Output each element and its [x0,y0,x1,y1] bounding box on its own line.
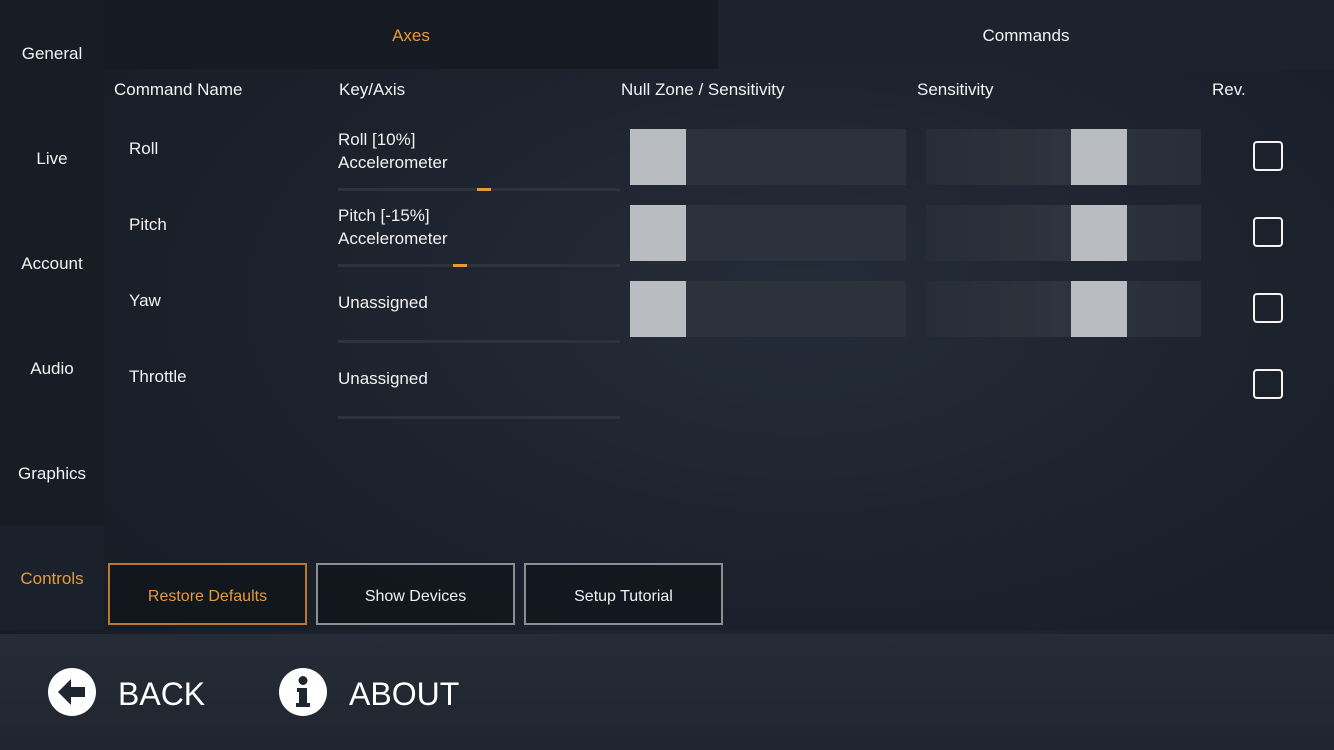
axis-indicator-track [338,340,620,343]
show-devices-button[interactable]: Show Devices [316,563,515,625]
sidebar-item-controls-container: Controls [0,525,104,630]
key-axis-binding[interactable]: Roll [10%] Accelerometer [338,128,620,194]
tab-axes[interactable]: Axes [104,0,718,69]
sidebar-item-account[interactable]: Account [0,254,104,274]
command-name: Yaw [129,291,161,310]
column-header-sensitivity: Sensitivity [917,80,994,99]
command-name: Pitch [129,215,167,234]
column-header-key-axis: Key/Axis [339,80,406,99]
key-axis-device: Accelerometer [338,153,448,172]
reverse-checkbox[interactable] [1253,369,1283,399]
reverse-checkbox[interactable] [1253,293,1283,323]
axis-indicator-marker [477,188,491,191]
key-axis-binding[interactable]: Pitch [-15%] Accelerometer [338,204,620,270]
sensitivity-slider-thumb[interactable] [1071,129,1127,185]
tab-commands[interactable]: Commands [718,0,1334,69]
setup-tutorial-button[interactable]: Setup Tutorial [524,563,723,625]
sensitivity-slider-thumb[interactable] [1071,205,1127,261]
sidebar-item-live[interactable]: Live [0,149,104,169]
key-axis-binding[interactable]: Unassigned [338,356,620,422]
command-name: Roll [129,139,159,158]
null-zone-slider-thumb[interactable] [630,281,686,337]
null-zone-slider[interactable] [630,281,906,337]
null-zone-slider[interactable] [630,205,906,261]
key-axis-label: Pitch [-15%] [338,206,430,225]
axis-row-yaw: Yaw Unassigned [104,272,1334,348]
axis-row-throttle: Throttle Unassigned [104,348,1334,424]
axis-indicator-marker [453,264,467,267]
axis-indicator-track [338,416,620,419]
sensitivity-slider-thumb[interactable] [1071,281,1127,337]
null-zone-slider-thumb[interactable] [630,129,686,185]
key-axis-device: Accelerometer [338,229,448,248]
about-label: ABOUT [349,676,460,712]
back-button[interactable]: BACK [48,668,218,718]
key-axis-label: Roll [10%] [338,130,416,149]
reverse-checkbox[interactable] [1253,217,1283,247]
command-name: Throttle [129,367,187,386]
sidebar-item-graphics[interactable]: Graphics [0,464,104,484]
axis-indicator-track [338,264,620,267]
sidebar-item-controls[interactable]: Controls [0,569,104,589]
column-header-command-name: Command Name [114,80,243,99]
sidebar-item-general[interactable]: General [0,44,104,64]
axis-indicator-track [338,188,620,191]
key-axis-label: Unassigned [338,369,428,388]
axis-row-pitch: Pitch Pitch [-15%] Accelerometer [104,196,1334,272]
column-header-null-zone: Null Zone / Sensitivity [621,80,785,99]
null-zone-slider-thumb[interactable] [630,205,686,261]
back-label: BACK [118,676,206,712]
null-zone-slider[interactable] [630,129,906,185]
sidebar-item-audio[interactable]: Audio [0,359,104,379]
sensitivity-slider[interactable] [926,205,1201,261]
restore-defaults-button[interactable]: Restore Defaults [108,563,307,625]
footer-bar: BACK ABOUT [0,634,1334,750]
key-axis-binding[interactable]: Unassigned [338,280,620,346]
key-axis-label: Unassigned [338,293,428,312]
column-header-reverse: Rev. [1212,80,1246,99]
about-button[interactable]: ABOUT [279,668,479,718]
reverse-checkbox[interactable] [1253,141,1283,171]
axis-row-roll: Roll Roll [10%] Accelerometer [104,120,1334,196]
sensitivity-slider[interactable] [926,129,1201,185]
settings-sidebar: General Live Account Audio Graphics [0,0,104,525]
arrow-left-circle-icon [48,668,96,716]
info-circle-icon [279,668,327,716]
sensitivity-slider[interactable] [926,281,1201,337]
